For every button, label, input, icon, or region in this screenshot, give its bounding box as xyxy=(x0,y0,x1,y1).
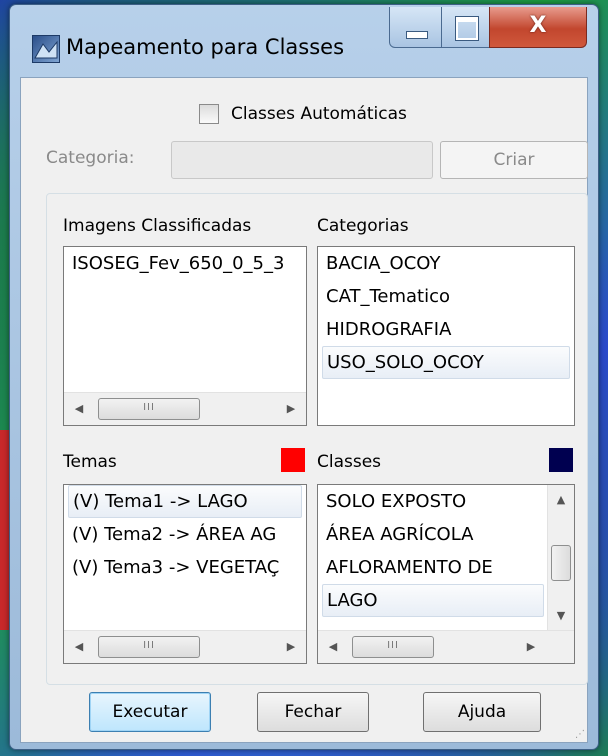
scroll-up-icon[interactable]: ▲ xyxy=(548,487,574,513)
mapping-group: Imagens Classificadas Categorias ISOSEG_… xyxy=(46,193,588,685)
categorias-label: Categorias xyxy=(317,216,409,236)
ajuda-button[interactable]: Ajuda xyxy=(423,692,541,732)
imagens-list[interactable]: ISOSEG_Fev_650_0_5_3 ◀ III ▶ xyxy=(63,246,307,426)
window-title: Mapeamento para Classes xyxy=(66,35,345,59)
app-icon xyxy=(32,35,60,63)
grip-icon: III xyxy=(143,640,155,651)
list-item[interactable]: CAT_Tematico xyxy=(318,280,574,313)
categoria-label: Categoria: xyxy=(46,148,135,168)
dialog-client-area: Classes Automáticas Categoria: Criar Ima… xyxy=(20,77,588,743)
list-item[interactable]: HIDROGRAFIA xyxy=(318,313,574,346)
dialog-window: Mapeamento para Classes X Classes Automá… xyxy=(9,4,599,750)
list-item[interactable]: SOLO EXPOSTO xyxy=(318,485,574,518)
close-button[interactable]: X xyxy=(489,7,587,48)
list-item[interactable]: (V) Tema2 -> ÁREA AG xyxy=(64,518,306,551)
list-item[interactable]: ÁREA AGRÍCOLA xyxy=(318,518,574,551)
scroll-left-icon[interactable]: ◀ xyxy=(66,631,92,663)
list-item[interactable]: BACIA_OCOY xyxy=(318,247,574,280)
imagens-label: Imagens Classificadas xyxy=(63,216,252,236)
classes-hscrollbar[interactable]: ◀ III ▶ xyxy=(318,630,574,663)
temas-list[interactable]: (V) Tema1 -> LAGO (V) Tema2 -> ÁREA AG (… xyxy=(63,484,307,664)
list-item-selected[interactable]: USO_SOLO_OCOY xyxy=(322,346,570,379)
scroll-thumb[interactable]: III xyxy=(98,398,200,420)
title-bar[interactable]: Mapeamento para Classes X xyxy=(10,5,598,77)
list-item[interactable]: ISOSEG_Fev_650_0_5_3 xyxy=(64,247,306,280)
classes-label: Classes xyxy=(317,452,382,472)
scroll-thumb[interactable] xyxy=(551,545,571,581)
maximize-button[interactable] xyxy=(441,7,491,48)
classes-vscrollbar[interactable]: ▲ ▼ xyxy=(547,485,574,631)
grip-icon: III xyxy=(143,402,155,413)
grip-icon: III xyxy=(387,640,399,651)
criar-button[interactable]: Criar xyxy=(440,141,588,179)
categorias-list[interactable]: BACIA_OCOY CAT_Tematico HIDROGRAFIA USO_… xyxy=(317,246,575,426)
list-item[interactable]: (V) Tema3 -> VEGETAÇ xyxy=(64,551,306,584)
classes-color-swatch[interactable] xyxy=(549,448,573,472)
scroll-left-icon[interactable]: ◀ xyxy=(66,393,92,425)
fechar-button[interactable]: Fechar xyxy=(257,692,369,732)
resize-grip-icon[interactable]: ⋰ xyxy=(575,729,585,740)
temas-hscrollbar[interactable]: ◀ III ▶ xyxy=(64,630,306,663)
scroll-thumb[interactable]: III xyxy=(352,636,434,658)
categoria-input[interactable] xyxy=(171,141,433,179)
auto-classes-option[interactable]: Classes Automáticas xyxy=(199,104,407,124)
temas-label: Temas xyxy=(63,452,117,472)
auto-classes-checkbox[interactable] xyxy=(199,104,219,124)
scroll-right-icon[interactable]: ▶ xyxy=(518,631,544,663)
list-item[interactable]: AFLORAMENTO DE xyxy=(318,551,574,584)
list-item-selected[interactable]: LAGO xyxy=(322,584,544,617)
minimize-button[interactable] xyxy=(389,7,443,48)
scroll-right-icon[interactable]: ▶ xyxy=(278,393,304,425)
auto-classes-label: Classes Automáticas xyxy=(231,104,407,124)
classes-list[interactable]: SOLO EXPOSTO ÁREA AGRÍCOLA AFLORAMENTO D… xyxy=(317,484,575,664)
list-item-selected[interactable]: (V) Tema1 -> LAGO xyxy=(68,485,302,518)
close-icon: X xyxy=(529,13,547,38)
scroll-right-icon[interactable]: ▶ xyxy=(278,631,304,663)
imagens-hscrollbar[interactable]: ◀ III ▶ xyxy=(64,392,306,425)
scroll-thumb[interactable]: III xyxy=(98,636,200,658)
temas-color-swatch[interactable] xyxy=(281,448,305,472)
scroll-down-icon[interactable]: ▼ xyxy=(548,603,574,629)
scroll-left-icon[interactable]: ◀ xyxy=(320,631,346,663)
executar-button[interactable]: Executar xyxy=(89,692,211,732)
